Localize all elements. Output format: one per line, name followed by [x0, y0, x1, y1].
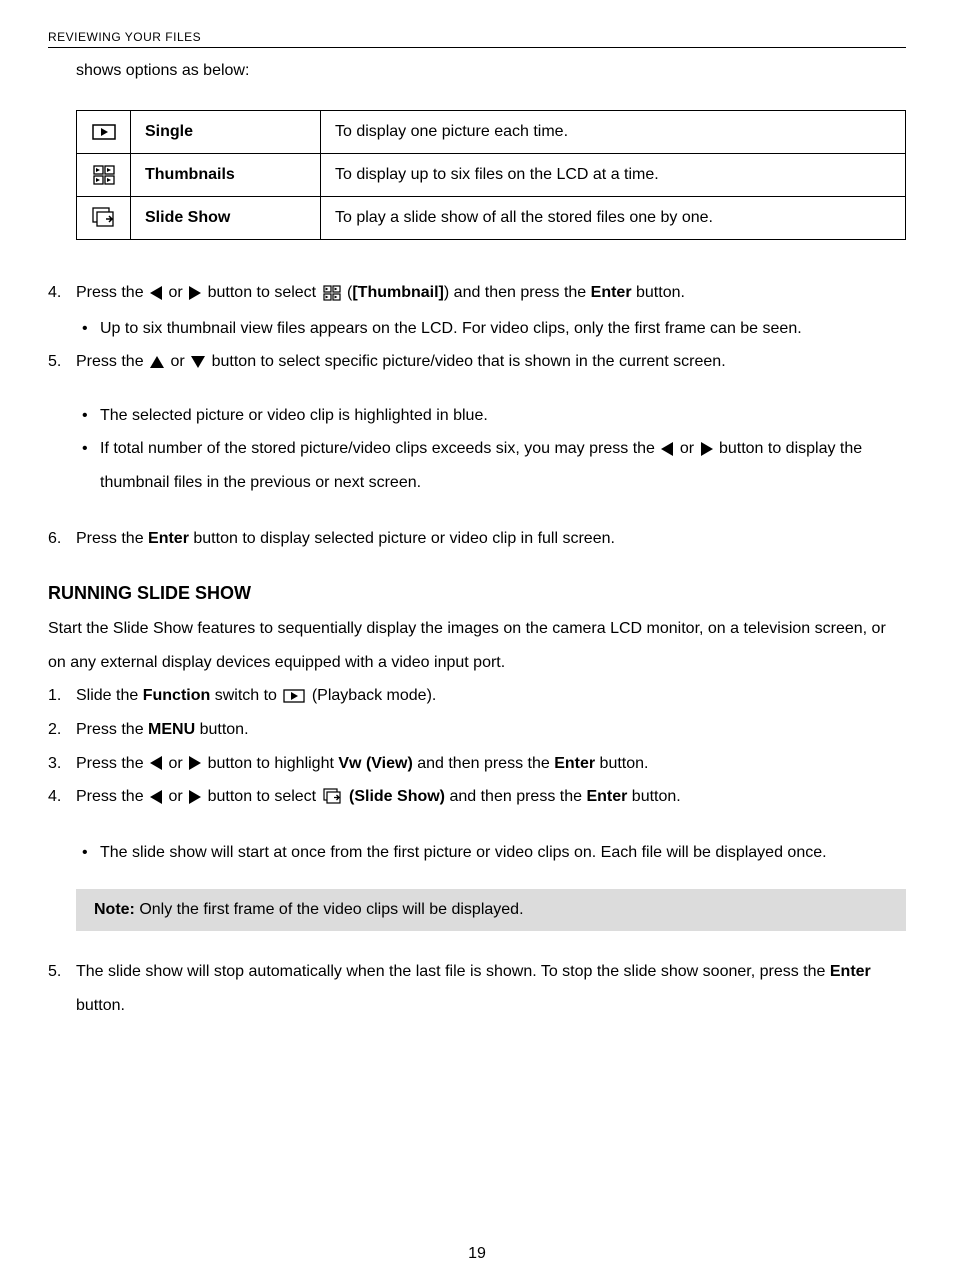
option-name: Slide Show [131, 197, 321, 240]
option-desc: To display up to six files on the LCD at… [321, 154, 906, 197]
steps-list-3: The slide show will stop automatically w… [48, 955, 906, 1022]
intro-text: shows options as below: [76, 62, 906, 80]
slideshow-icon [77, 197, 131, 240]
left-arrow-icon [150, 790, 162, 804]
options-table: Single To display one picture each time.… [76, 110, 906, 240]
note-text: Only the first frame of the video clips … [135, 901, 524, 918]
slideshow-icon [323, 788, 343, 806]
step-3: Press the or button to highlight Vw (Vie… [48, 747, 906, 781]
option-name: Single [131, 111, 321, 154]
left-arrow-icon [150, 286, 162, 300]
page-header: REVIEWING YOUR FILES [48, 30, 906, 48]
bullet-item: The selected picture or video clip is hi… [76, 399, 906, 433]
down-arrow-icon [191, 356, 205, 368]
option-name: Thumbnails [131, 154, 321, 197]
right-arrow-icon [189, 756, 201, 770]
bullet-item: If total number of the stored picture/vi… [76, 432, 906, 499]
step-1: Slide the Function switch to (Playback m… [48, 679, 906, 713]
note-label: Note: [94, 901, 135, 918]
step-5b: The slide show will stop automatically w… [48, 955, 906, 1022]
step-5: Press the or button to select specific p… [48, 345, 906, 499]
option-desc: To play a slide show of all the stored f… [321, 197, 906, 240]
single-icon [77, 111, 131, 154]
step-4b: Press the or button to select (Slide Sho… [48, 780, 906, 869]
option-desc: To display one picture each time. [321, 111, 906, 154]
step-6: Press the Enter button to display select… [48, 522, 906, 556]
left-arrow-icon [661, 442, 673, 456]
step-4: Press the or button to select ([Thumbnai… [48, 276, 906, 345]
table-row: Single To display one picture each time. [77, 111, 906, 154]
steps-list-2: Slide the Function switch to (Playback m… [48, 679, 906, 869]
note-box: Note: Only the first frame of the video … [76, 889, 906, 931]
section-intro: Start the Slide Show features to sequent… [48, 612, 906, 679]
table-row: Thumbnails To display up to six files on… [77, 154, 906, 197]
up-arrow-icon [150, 356, 164, 368]
bullet-item: Up to six thumbnail view files appears o… [76, 312, 906, 346]
page-number: 19 [0, 1245, 954, 1263]
thumbnails-icon [77, 154, 131, 197]
step-2: Press the MENU button. [48, 713, 906, 747]
bullet-item: The slide show will start at once from t… [76, 836, 906, 870]
table-row: Slide Show To play a slide show of all t… [77, 197, 906, 240]
thumbnails-icon [323, 285, 341, 301]
right-arrow-icon [189, 790, 201, 804]
steps-list-1: Press the or button to select ([Thumbnai… [48, 276, 906, 555]
right-arrow-icon [189, 286, 201, 300]
left-arrow-icon [150, 756, 162, 770]
playback-icon [283, 689, 305, 703]
section-heading: RUNNING SLIDE SHOW [48, 583, 906, 604]
right-arrow-icon [701, 442, 713, 456]
